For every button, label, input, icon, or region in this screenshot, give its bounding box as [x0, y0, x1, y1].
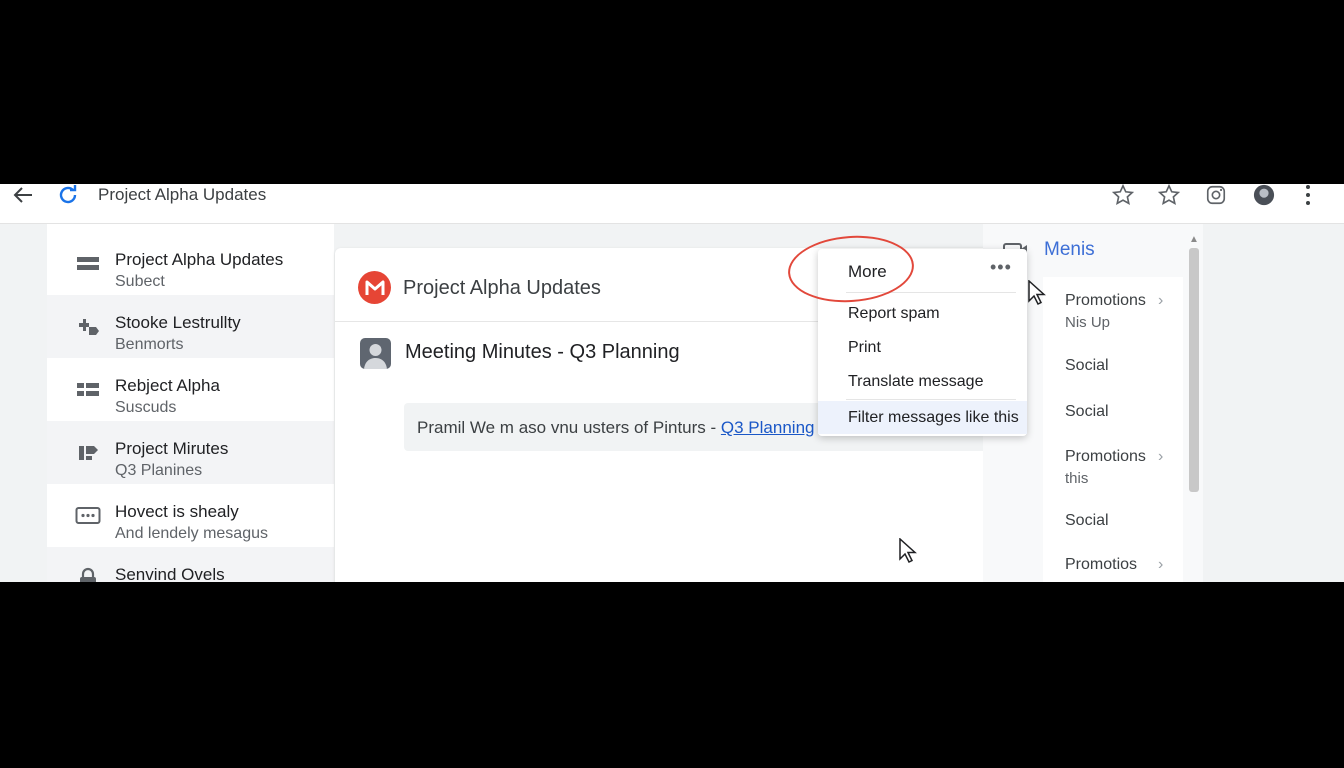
list-item-title: Senvind Ovels	[115, 565, 225, 582]
mouse-cursor-icon	[1028, 279, 1046, 306]
category-item[interactable]: Promotios	[1065, 556, 1137, 574]
menu-divider	[846, 399, 1016, 400]
tab-title[interactable]: Project Alpha Updates	[98, 184, 266, 206]
category-sub: this	[1065, 470, 1089, 487]
menu-item-print[interactable]: Print	[848, 339, 881, 357]
menu-item-translate[interactable]: Translate message	[848, 373, 983, 391]
category-item[interactable]: Promotions	[1065, 448, 1146, 466]
sidebar-title: Menis	[1044, 239, 1095, 260]
chevron-right-icon: ›	[1158, 556, 1164, 573]
snippet-body: Pramil We m aso vnu usters of Pinturs -	[417, 418, 721, 437]
reload-icon[interactable]	[57, 184, 81, 206]
screen: Project Alpha Updates Project Alpha Upda…	[0, 184, 1344, 582]
list-item-title: Project Alpha Updates	[115, 250, 284, 269]
category-list: Promotions › Nis Up Social Social Promot…	[1043, 277, 1183, 582]
list-item[interactable]: Rebject Alpha Suscuds	[47, 358, 334, 421]
list-item-title: Rebject Alpha	[115, 376, 220, 395]
list-item[interactable]: Hovect is shealy And lendely mesagus	[47, 484, 334, 547]
menu-item-filter-messages[interactable]: Filter messages like this	[818, 401, 1027, 434]
list-item-subtitle: Benmorts	[115, 336, 184, 353]
scroll-thumb[interactable]	[1189, 248, 1199, 492]
tag-icon	[75, 441, 101, 465]
star-icon[interactable]	[1112, 184, 1136, 206]
list-item[interactable]: Senvind Ovels	[47, 547, 334, 582]
kebab-menu-icon[interactable]	[1304, 184, 1326, 206]
category-item[interactable]: Social	[1065, 512, 1109, 530]
chevron-right-icon: ›	[1158, 292, 1164, 309]
list-item-subtitle: And lendely mesagus	[115, 525, 268, 542]
chevron-right-icon: ›	[1158, 448, 1164, 465]
message-subject: Meeting Minutes - Q3 Planning	[405, 341, 680, 363]
scrollbar[interactable]: ▲	[1186, 234, 1200, 582]
lock-icon	[75, 567, 101, 582]
label-add-icon	[75, 315, 101, 339]
list-item-subtitle: Q3 Planines	[115, 462, 203, 479]
browser-toolbar: Project Alpha Updates	[0, 184, 1344, 224]
list-item-subtitle: Subect	[115, 273, 165, 290]
list-item[interactable]: Project Mirutes Q3 Planines	[47, 421, 334, 484]
chat-dots-icon	[75, 504, 101, 528]
message-title: Project Alpha Updates	[403, 277, 601, 299]
list-item-title: Stooke Lestrullty	[115, 313, 241, 332]
category-sub: Nis Up	[1065, 314, 1111, 331]
inbox-icon	[75, 252, 101, 276]
profile-icon[interactable]	[1253, 184, 1277, 206]
list-item[interactable]: Stooke Lestrullty Benmorts	[47, 295, 334, 358]
more-dots-icon[interactable]: •••	[990, 257, 1012, 278]
back-arrow-icon[interactable]	[12, 184, 36, 206]
mail-logo-icon	[358, 271, 391, 304]
message-list: Project Alpha Updates Subect Stooke Lest…	[47, 224, 334, 582]
snippet-link[interactable]: Q3 Planning	[721, 418, 815, 437]
scroll-up-arrow-icon[interactable]: ▲	[1189, 234, 1199, 245]
mouse-cursor-icon	[899, 537, 917, 564]
category-item[interactable]: Social	[1065, 357, 1109, 375]
category-item[interactable]: Promotions	[1065, 292, 1146, 310]
list-item-title: Project Mirutes	[115, 439, 229, 458]
sender-avatar-icon[interactable]	[360, 338, 391, 369]
list-item-title: Hovect is shealy	[115, 502, 239, 521]
instagram-icon[interactable]	[1205, 184, 1229, 206]
snippet-text: Pramil We m aso vnu usters of Pinturs - …	[417, 418, 814, 438]
grid-list-icon	[75, 378, 101, 402]
category-item[interactable]: Social	[1065, 403, 1109, 421]
menu-item-report-spam[interactable]: Report spam	[848, 305, 940, 323]
bookmark-star-icon[interactable]	[1158, 184, 1182, 206]
list-item[interactable]: Project Alpha Updates Subect	[47, 232, 334, 295]
list-item-subtitle: Suscuds	[115, 399, 177, 416]
